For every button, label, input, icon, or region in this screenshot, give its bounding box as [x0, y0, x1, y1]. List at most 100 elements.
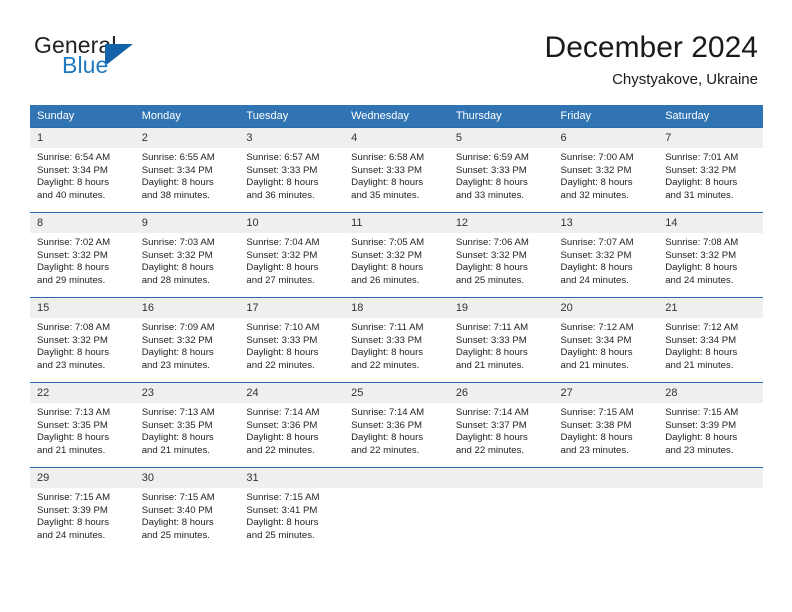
daylight-text-line2: and 21 minutes.: [455, 359, 525, 371]
calendar-day-cell[interactable]: 1 Sunrise: 6:54 AM Sunset: 3:34 PM Daylight…: [30, 128, 135, 212]
day-sun-info: Sunrise: 7:03 AM Sunset: 3:32 PM Daylight:…: [135, 233, 240, 287]
calendar-day-cell[interactable]: 28 Sunrise: 7:15 AM Sunset: 3:39 PM Dayligh…: [658, 383, 763, 467]
calendar-day-cell[interactable]: 16 Sunrise: 7:09 AM Sunset: 3:32 PM Dayligh…: [134, 298, 240, 382]
day-number: 7: [658, 128, 763, 148]
calendar-day-cell[interactable]: 12 Sunrise: 7:06 AM Sunset: 3:32 PM Dayligh…: [448, 213, 554, 297]
calendar-week-row: 1 Sunrise: 6:54 AM Sunset: 3:34 PM Daylight…: [30, 127, 763, 213]
daylight-text-line1: Daylight: 8 hours: [351, 262, 424, 274]
calendar-day-cell[interactable]: 31 Sunrise: 7:15 AM Sunset: 3:41 PM Dayligh…: [239, 468, 345, 552]
calendar-day-cell[interactable]: 5 Sunrise: 6:59 AM Sunset: 3:33 PM Daylight…: [448, 128, 554, 212]
daylight-text-line1: Daylight: 8 hours: [37, 347, 109, 359]
sunset-text: Sunset: 3:33 PM: [246, 164, 318, 176]
daylight-text-line1: Daylight: 8 hours: [141, 177, 214, 189]
weekday-header-monday: Monday: [134, 105, 240, 128]
daylight-text-line1: Daylight: 8 hours: [141, 347, 214, 359]
day-number: 28: [658, 383, 763, 403]
calendar-day-cell[interactable]: 6 Sunrise: 7:00 AM Sunset: 3:32 PM Daylight…: [553, 128, 659, 212]
day-number: 22: [30, 383, 135, 403]
sunset-text: Sunset: 3:33 PM: [455, 334, 527, 346]
calendar-day-cell[interactable]: 25 Sunrise: 7:14 AM Sunset: 3:36 PM Dayligh…: [344, 383, 449, 467]
sunset-text: Sunset: 3:37 PM: [455, 419, 527, 431]
day-sun-info: Sunrise: 7:11 AM Sunset: 3:33 PM Daylight:…: [449, 318, 554, 372]
daylight-text-line1: Daylight: 8 hours: [560, 262, 633, 274]
daylight-text-line1: Daylight: 8 hours: [141, 517, 214, 529]
calendar-day-cell[interactable]: 8 Sunrise: 7:02 AM Sunset: 3:32 PM Daylight…: [30, 213, 135, 297]
calendar-day-cell[interactable]: 24 Sunrise: 7:14 AM Sunset: 3:36 PM Dayligh…: [239, 383, 345, 467]
sunset-text: Sunset: 3:33 PM: [351, 334, 423, 346]
sunset-text: Sunset: 3:39 PM: [665, 419, 737, 431]
calendar-day-cell[interactable]: 10 Sunrise: 7:04 AM Sunset: 3:32 PM Dayligh…: [239, 213, 345, 297]
calendar-day-cell[interactable]: 20 Sunrise: 7:12 AM Sunset: 3:34 PM Dayligh…: [553, 298, 659, 382]
calendar-day-cell[interactable]: 9 Sunrise: 7:03 AM Sunset: 3:32 PM Daylight…: [134, 213, 240, 297]
daylight-text-line2: and 23 minutes.: [665, 444, 734, 456]
sunrise-text: Sunrise: 7:15 AM: [665, 407, 739, 418]
calendar-day-cell[interactable]: 7 Sunrise: 7:01 AM Sunset: 3:32 PM Daylight…: [658, 128, 763, 212]
sunrise-text: Sunrise: 7:08 AM: [665, 237, 739, 248]
calendar-day-cell[interactable]: 30 Sunrise: 7:15 AM Sunset: 3:40 PM Dayligh…: [134, 468, 240, 552]
daylight-text-line2: and 35 minutes.: [351, 189, 420, 201]
day-sun-info: Sunrise: 7:04 AM Sunset: 3:32 PM Daylight:…: [239, 233, 344, 287]
calendar-day-cell[interactable]: 11 Sunrise: 7:05 AM Sunset: 3:32 PM Dayligh…: [344, 213, 449, 297]
daylight-text-line1: Daylight: 8 hours: [560, 177, 633, 189]
day-number: [448, 468, 554, 488]
daylight-text-line2: and 32 minutes.: [560, 189, 629, 201]
day-sun-info: Sunrise: 7:12 AM Sunset: 3:34 PM Daylight:…: [658, 318, 763, 372]
calendar-day-cell-empty: [344, 468, 449, 552]
calendar-day-cell[interactable]: 22 Sunrise: 7:13 AM Sunset: 3:35 PM Dayligh…: [30, 383, 135, 467]
day-number: 26: [448, 383, 554, 403]
daylight-text-line1: Daylight: 8 hours: [37, 177, 109, 189]
daylight-text-line1: Daylight: 8 hours: [246, 262, 319, 274]
sunrise-text: Sunrise: 7:15 AM: [141, 492, 215, 503]
calendar-day-cell[interactable]: 14 Sunrise: 7:08 AM Sunset: 3:32 PM Dayligh…: [658, 213, 763, 297]
sunset-text: Sunset: 3:33 PM: [351, 164, 423, 176]
general-blue-logo[interactable]: General Blue: [34, 30, 234, 90]
daylight-text-line1: Daylight: 8 hours: [141, 262, 214, 274]
calendar-day-cell[interactable]: 23 Sunrise: 7:13 AM Sunset: 3:35 PM Dayligh…: [134, 383, 240, 467]
calendar-day-cell[interactable]: 18 Sunrise: 7:11 AM Sunset: 3:33 PM Dayligh…: [344, 298, 449, 382]
daylight-text-line2: and 24 minutes.: [37, 529, 106, 541]
calendar-day-cell[interactable]: 26 Sunrise: 7:14 AM Sunset: 3:37 PM Dayligh…: [448, 383, 554, 467]
day-number: 5: [448, 128, 554, 148]
calendar-day-cell[interactable]: 17 Sunrise: 7:10 AM Sunset: 3:33 PM Dayligh…: [239, 298, 345, 382]
calendar-day-cell[interactable]: 19 Sunrise: 7:11 AM Sunset: 3:33 PM Dayligh…: [448, 298, 554, 382]
calendar-day-cell[interactable]: 29 Sunrise: 7:15 AM Sunset: 3:39 PM Dayligh…: [30, 468, 135, 552]
day-number: 1: [30, 128, 135, 148]
day-sun-info: Sunrise: 7:11 AM Sunset: 3:33 PM Daylight:…: [344, 318, 449, 372]
calendar-day-cell[interactable]: 4 Sunrise: 6:58 AM Sunset: 3:33 PM Daylight…: [344, 128, 449, 212]
triangle-icon: [105, 44, 133, 66]
sunrise-text: Sunrise: 7:13 AM: [37, 407, 111, 418]
weekday-header-tuesday: Tuesday: [239, 105, 345, 128]
calendar-week-row: 8 Sunrise: 7:02 AM Sunset: 3:32 PM Daylight…: [30, 212, 763, 298]
daylight-text-line1: Daylight: 8 hours: [351, 347, 424, 359]
daylight-text-line1: Daylight: 8 hours: [141, 432, 214, 444]
calendar-day-cell[interactable]: 27 Sunrise: 7:15 AM Sunset: 3:38 PM Dayligh…: [553, 383, 659, 467]
sunset-text: Sunset: 3:40 PM: [141, 504, 213, 516]
sunset-text: Sunset: 3:33 PM: [246, 334, 318, 346]
day-sun-info: Sunrise: 6:55 AM Sunset: 3:34 PM Daylight:…: [135, 148, 240, 202]
daylight-text-line2: and 23 minutes.: [37, 359, 106, 371]
calendar-day-cell[interactable]: 3 Sunrise: 6:57 AM Sunset: 3:33 PM Daylight…: [239, 128, 345, 212]
day-number: 16: [134, 298, 240, 318]
calendar-day-cell[interactable]: 21 Sunrise: 7:12 AM Sunset: 3:34 PM Dayligh…: [658, 298, 763, 382]
daylight-text-line1: Daylight: 8 hours: [246, 347, 319, 359]
calendar-day-cell[interactable]: 15 Sunrise: 7:08 AM Sunset: 3:32 PM Dayligh…: [30, 298, 135, 382]
calendar-week-row: 22 Sunrise: 7:13 AM Sunset: 3:35 PM Dayligh…: [30, 382, 763, 468]
calendar-day-cell-empty: [658, 468, 763, 552]
calendar-day-cell[interactable]: 13 Sunrise: 7:07 AM Sunset: 3:32 PM Dayligh…: [553, 213, 659, 297]
daylight-text-line2: and 25 minutes.: [455, 274, 525, 286]
daylight-text-line2: and 24 minutes.: [560, 274, 629, 286]
day-sun-info: Sunrise: 7:06 AM Sunset: 3:32 PM Daylight:…: [449, 233, 554, 287]
calendar-page: General Blue December 2024 Chystyakove, …: [0, 0, 792, 612]
sunrise-text: Sunrise: 7:04 AM: [246, 237, 320, 248]
day-number: 29: [30, 468, 135, 488]
day-sun-info: Sunrise: 7:13 AM Sunset: 3:35 PM Daylight:…: [135, 403, 240, 457]
day-number: 3: [239, 128, 345, 148]
sunset-text: Sunset: 3:39 PM: [37, 504, 108, 516]
sunrise-text: Sunrise: 7:08 AM: [37, 322, 111, 333]
calendar-day-cell[interactable]: 2 Sunrise: 6:55 AM Sunset: 3:34 PM Daylight…: [134, 128, 240, 212]
day-number: 9: [134, 213, 240, 233]
title-block: December 2024 Chystyakove, Ukraine: [545, 30, 758, 90]
sunset-text: Sunset: 3:32 PM: [246, 249, 318, 261]
day-sun-info: Sunrise: 7:15 AM Sunset: 3:39 PM Daylight:…: [658, 403, 763, 457]
daylight-text-line2: and 25 minutes.: [246, 529, 315, 541]
